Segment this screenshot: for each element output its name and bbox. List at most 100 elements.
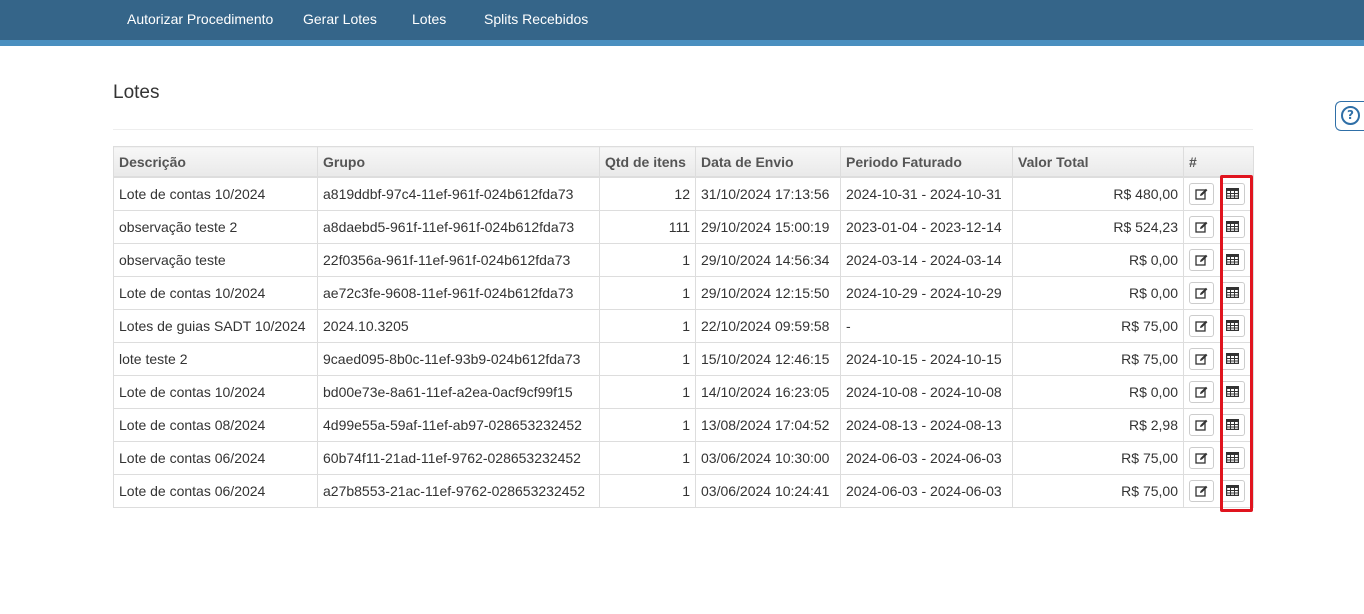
cell-valor-total: R$ 0,00 (1012, 276, 1184, 310)
edit-button[interactable] (1189, 315, 1214, 337)
cell-actions (1183, 243, 1254, 277)
lotes-table: Descrição Grupo Qtd de itens Data de Env… (113, 146, 1254, 508)
cell-descricao: Lote de contas 10/2024 (113, 375, 318, 409)
cell-actions (1183, 176, 1254, 211)
view-items-button[interactable] (1220, 381, 1245, 403)
cell-data-envio: 29/10/2024 15:00:19 (695, 210, 841, 244)
title-divider (113, 129, 1253, 130)
cell-qtd-itens: 1 (599, 342, 696, 376)
cell-periodo-faturado: 2024-10-08 - 2024-10-08 (840, 375, 1013, 409)
cell-actions (1183, 276, 1254, 310)
view-items-button[interactable] (1220, 348, 1245, 370)
cell-valor-total: R$ 75,00 (1012, 342, 1184, 376)
cell-qtd-itens: 1 (599, 309, 696, 343)
cell-grupo: 60b74f11-21ad-11ef-9762-028653232452 (317, 441, 600, 475)
view-items-button[interactable] (1220, 249, 1245, 271)
table-row: Lote de contas 06/2024 60b74f11-21ad-11ef… (113, 441, 1254, 475)
view-items-button[interactable] (1220, 282, 1245, 304)
nav-splits-recebidos[interactable]: Splits Recebidos (484, 0, 588, 40)
cell-periodo-faturado: 2024-06-03 - 2024-06-03 (840, 441, 1013, 475)
edit-button[interactable] (1189, 249, 1214, 271)
view-items-button[interactable] (1220, 216, 1245, 238)
table-icon (1221, 353, 1244, 364)
cell-actions (1183, 342, 1254, 376)
cell-grupo: a819ddbf-97c4-11ef-961f-024b612fda73 (317, 176, 600, 211)
cell-qtd-itens: 12 (599, 176, 696, 211)
edit-button[interactable] (1189, 348, 1214, 370)
cell-qtd-itens: 1 (599, 441, 696, 475)
edit-icon (1190, 320, 1213, 332)
cell-valor-total: R$ 0,00 (1012, 243, 1184, 277)
table-header-row: Descrição Grupo Qtd de itens Data de Env… (113, 146, 1254, 178)
cell-descricao: Lote de contas 06/2024 (113, 441, 318, 475)
header-actions: # (1183, 146, 1254, 178)
view-items-button[interactable] (1220, 414, 1245, 436)
cell-qtd-itens: 1 (599, 375, 696, 409)
cell-grupo: ae72c3fe-9608-11ef-961f-024b612fda73 (317, 276, 600, 310)
table-row: observação teste 2 a8daebd5-961f-11ef-961… (113, 210, 1254, 244)
view-items-button[interactable] (1220, 183, 1245, 205)
cell-qtd-itens: 1 (599, 276, 696, 310)
edit-icon (1190, 386, 1213, 398)
table-row: Lote de contas 06/2024 a27b8553-21ac-11ef… (113, 474, 1254, 508)
cell-descricao: observação teste 2 (113, 210, 318, 244)
cell-periodo-faturado: 2024-08-13 - 2024-08-13 (840, 408, 1013, 442)
table-icon (1221, 254, 1244, 265)
nav-lotes[interactable]: Lotes (412, 0, 446, 40)
cell-valor-total: R$ 0,00 (1012, 375, 1184, 409)
cell-qtd-itens: 1 (599, 474, 696, 508)
cell-valor-total: R$ 75,00 (1012, 441, 1184, 475)
top-navbar: Autorizar Procedimento Gerar Lotes Lotes… (0, 0, 1364, 46)
nav-autorizar-procedimento[interactable]: Autorizar Procedimento (127, 0, 273, 40)
cell-valor-total: R$ 75,00 (1012, 309, 1184, 343)
cell-descricao: Lote de contas 06/2024 (113, 474, 318, 508)
view-items-button[interactable] (1220, 447, 1245, 469)
cell-data-envio: 03/06/2024 10:24:41 (695, 474, 841, 508)
edit-button[interactable] (1189, 414, 1214, 436)
cell-data-envio: 29/10/2024 14:56:34 (695, 243, 841, 277)
table-icon (1221, 188, 1244, 199)
cell-qtd-itens: 1 (599, 408, 696, 442)
edit-icon (1190, 287, 1213, 299)
cell-grupo: 4d99e55a-59af-11ef-ab97-028653232452 (317, 408, 600, 442)
cell-actions (1183, 441, 1254, 475)
table-row: Lote de contas 10/2024 bd00e73e-8a61-11ef… (113, 375, 1254, 409)
edit-icon (1190, 452, 1213, 464)
nav-gerar-lotes[interactable]: Gerar Lotes (303, 0, 377, 40)
header-periodo-faturado[interactable]: Periodo Faturado (840, 146, 1013, 178)
table-body: Lote de contas 10/2024 a819ddbf-97c4-11ef… (113, 176, 1254, 508)
cell-grupo: 2024.10.3205 (317, 309, 600, 343)
help-button[interactable]: ? (1335, 101, 1364, 131)
page-title: Lotes (113, 82, 160, 103)
edit-button[interactable] (1189, 282, 1214, 304)
table-icon (1221, 386, 1244, 397)
header-valor-total[interactable]: Valor Total (1012, 146, 1184, 178)
header-qtd-itens[interactable]: Qtd de itens (599, 146, 696, 178)
header-data-envio[interactable]: Data de Envio (695, 146, 841, 178)
cell-data-envio: 31/10/2024 17:13:56 (695, 176, 841, 211)
table-icon (1221, 485, 1244, 496)
edit-button[interactable] (1189, 216, 1214, 238)
edit-button[interactable] (1189, 480, 1214, 502)
view-items-button[interactable] (1220, 480, 1245, 502)
edit-button[interactable] (1189, 381, 1214, 403)
table-icon (1221, 452, 1244, 463)
cell-grupo: 22f0356a-961f-11ef-961f-024b612fda73 (317, 243, 600, 277)
header-descricao[interactable]: Descrição (113, 146, 318, 178)
cell-descricao: observação teste (113, 243, 318, 277)
edit-button[interactable] (1189, 447, 1214, 469)
edit-button[interactable] (1189, 183, 1214, 205)
cell-data-envio: 29/10/2024 12:15:50 (695, 276, 841, 310)
view-items-button[interactable] (1220, 315, 1245, 337)
cell-actions (1183, 375, 1254, 409)
table-row: Lote de contas 10/2024 ae72c3fe-9608-11ef… (113, 276, 1254, 310)
edit-icon (1190, 221, 1213, 233)
header-grupo[interactable]: Grupo (317, 146, 600, 178)
cell-data-envio: 15/10/2024 12:46:15 (695, 342, 841, 376)
edit-icon (1190, 188, 1213, 200)
cell-descricao: Lote de contas 10/2024 (113, 276, 318, 310)
table-icon (1221, 419, 1244, 430)
cell-periodo-faturado: 2024-03-14 - 2024-03-14 (840, 243, 1013, 277)
cell-periodo-faturado: 2024-06-03 - 2024-06-03 (840, 474, 1013, 508)
cell-periodo-faturado: 2023-01-04 - 2023-12-14 (840, 210, 1013, 244)
